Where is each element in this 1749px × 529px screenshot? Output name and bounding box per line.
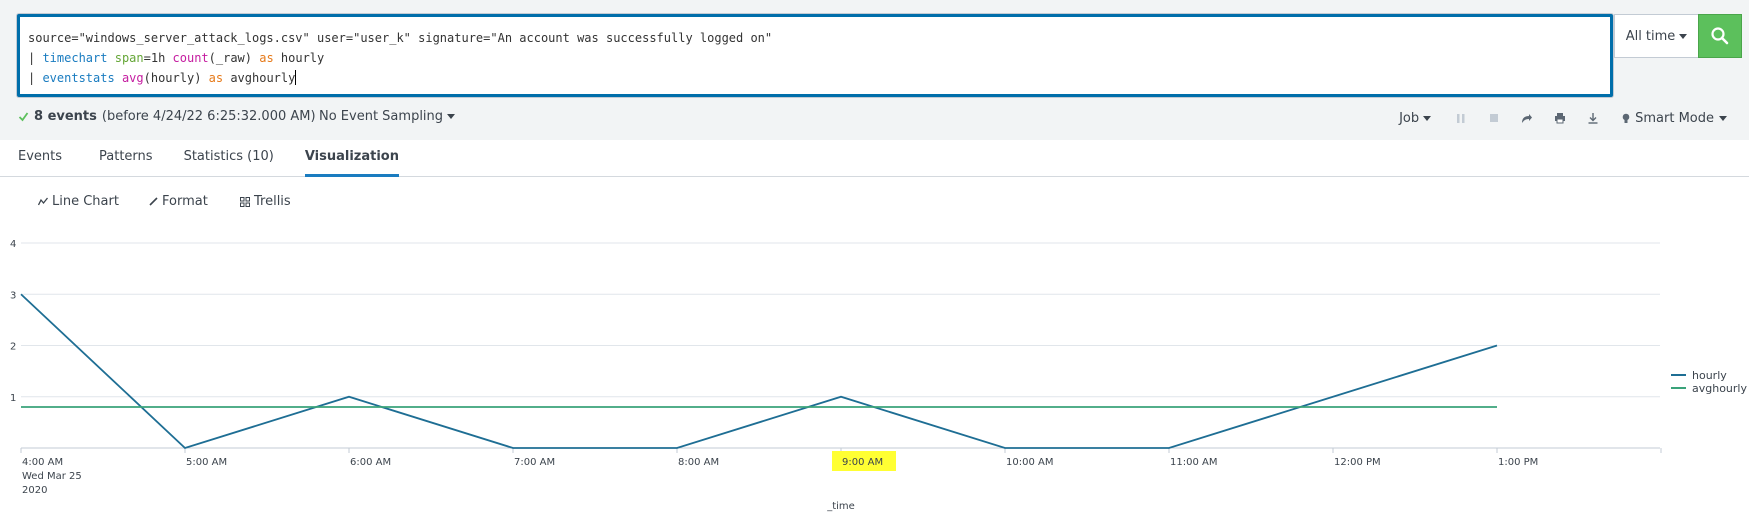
chart-svg: 1 2 3 4 4:00 AM 5:00 AM 6:00 AM 7:00 AM 8:00 AM 9… (10, 239, 1747, 512)
stop-icon (1490, 114, 1499, 122)
time-range-picker[interactable]: All time (1614, 14, 1698, 58)
query-command-eventstats: eventstats (42, 71, 115, 85)
x-tick-label: 10:00 AM (1006, 457, 1053, 468)
format-button[interactable]: Format (149, 194, 208, 209)
x-axis-title: _time (826, 501, 855, 512)
format-label: Format (162, 194, 208, 209)
job-menu-button[interactable]: Job (1399, 110, 1432, 126)
job-status-bar: 8 events (before 4/24/22 6:25:32.000 AM)… (0, 106, 1749, 132)
trellis-label: Trellis (254, 194, 291, 209)
x-tick-label: 1:00 PM (1498, 457, 1538, 468)
y-tick-label: 1 (10, 393, 16, 404)
x-tick-label: 8:00 AM (678, 457, 719, 468)
pencil-icon (149, 197, 158, 206)
x-tick-label: 5:00 AM (186, 457, 227, 468)
tab-events[interactable]: Events (18, 140, 62, 176)
print-icon (1555, 113, 1566, 124)
search-icon (1711, 27, 1729, 45)
tab-visualization[interactable]: Visualization (304, 140, 400, 177)
tab-statistics[interactable]: Statistics (10) (184, 140, 274, 176)
pause-button[interactable] (1453, 110, 1469, 126)
search-query-text[interactable]: source="windows_server_attack_logs.csv" … (28, 28, 772, 88)
event-sampling-dropdown[interactable]: No Event Sampling (319, 109, 456, 124)
download-icon (1588, 113, 1598, 124)
event-count-status: 8 events (before 4/24/22 6:25:32.000 AM) (18, 109, 316, 124)
time-range-label: All time (1625, 28, 1676, 44)
query-line-1: source="windows_server_attack_logs.csv" … (28, 31, 773, 45)
chart-type-label: Line Chart (52, 194, 119, 209)
job-controls: Job Smart Mode (1399, 107, 1727, 129)
x-tick-label: 6:00 AM (350, 457, 391, 468)
lightbulb-icon (1622, 113, 1630, 123)
chevron-down-icon (1719, 115, 1727, 121)
search-query-editor[interactable]: source="windows_server_attack_logs.csv" … (17, 14, 1613, 97)
chart-type-button[interactable]: Line Chart (38, 194, 119, 209)
y-tick-label: 4 (10, 239, 16, 250)
y-tick-label: 2 (10, 342, 16, 353)
event-time-detail: (before 4/24/22 6:25:32.000 AM) (101, 109, 316, 124)
print-button[interactable] (1552, 110, 1568, 126)
x-tick-label: 9:00 AM (842, 457, 883, 468)
export-button[interactable] (1585, 110, 1601, 126)
line-chart: 1 2 3 4 4:00 AM 5:00 AM 6:00 AM 7:00 AM 8:00 AM 9… (0, 226, 1749, 529)
results-tabs: Events Patterns Statistics (10) Visualiz… (0, 140, 1749, 177)
x-tick-label: 7:00 AM (514, 457, 555, 468)
series-line-hourly (20, 293, 1498, 450)
x-tick-label: 11:00 AM (1170, 457, 1217, 468)
query-function-count: count (172, 51, 209, 65)
legend-label-hourly: hourly (1692, 369, 1727, 382)
chevron-down-icon (1423, 115, 1432, 121)
query-keyword-as: as (208, 71, 224, 85)
tab-patterns[interactable]: Patterns (99, 140, 153, 176)
stop-button[interactable] (1486, 110, 1502, 126)
legend-label-avghourly: avghourly (1692, 382, 1747, 395)
x-tick-sublabel: Wed Mar 25 (22, 471, 82, 482)
chevron-down-icon (447, 114, 456, 119)
trellis-button[interactable]: Trellis (240, 194, 291, 209)
x-tick-label: 12:00 PM (1334, 457, 1381, 468)
x-tick-label: 4:00 AM (22, 457, 63, 468)
share-icon (1522, 113, 1533, 123)
query-function-avg: avg (121, 71, 144, 85)
x-tick-sublabel: 2020 (22, 485, 47, 496)
job-menu-label: Job (1399, 110, 1420, 126)
y-tick-label: 3 (10, 290, 16, 301)
chevron-down-icon (1679, 33, 1688, 39)
event-sampling-label: No Event Sampling (319, 109, 444, 124)
search-mode-label: Smart Mode (1635, 110, 1714, 126)
search-submit-button[interactable] (1698, 14, 1742, 58)
line-chart-icon (38, 197, 48, 206)
search-area: source="windows_server_attack_logs.csv" … (0, 0, 1749, 140)
grid-icon (240, 196, 250, 207)
pause-icon (1457, 113, 1465, 123)
search-mode-dropdown[interactable]: Smart Mode (1622, 111, 1727, 126)
share-button[interactable] (1519, 110, 1535, 126)
query-arg-span: span (114, 51, 144, 65)
event-count: 8 events (34, 109, 97, 124)
check-icon (18, 112, 29, 122)
query-command-timechart: timechart (42, 51, 108, 65)
query-keyword-as: as (259, 51, 274, 65)
text-cursor (295, 70, 297, 85)
